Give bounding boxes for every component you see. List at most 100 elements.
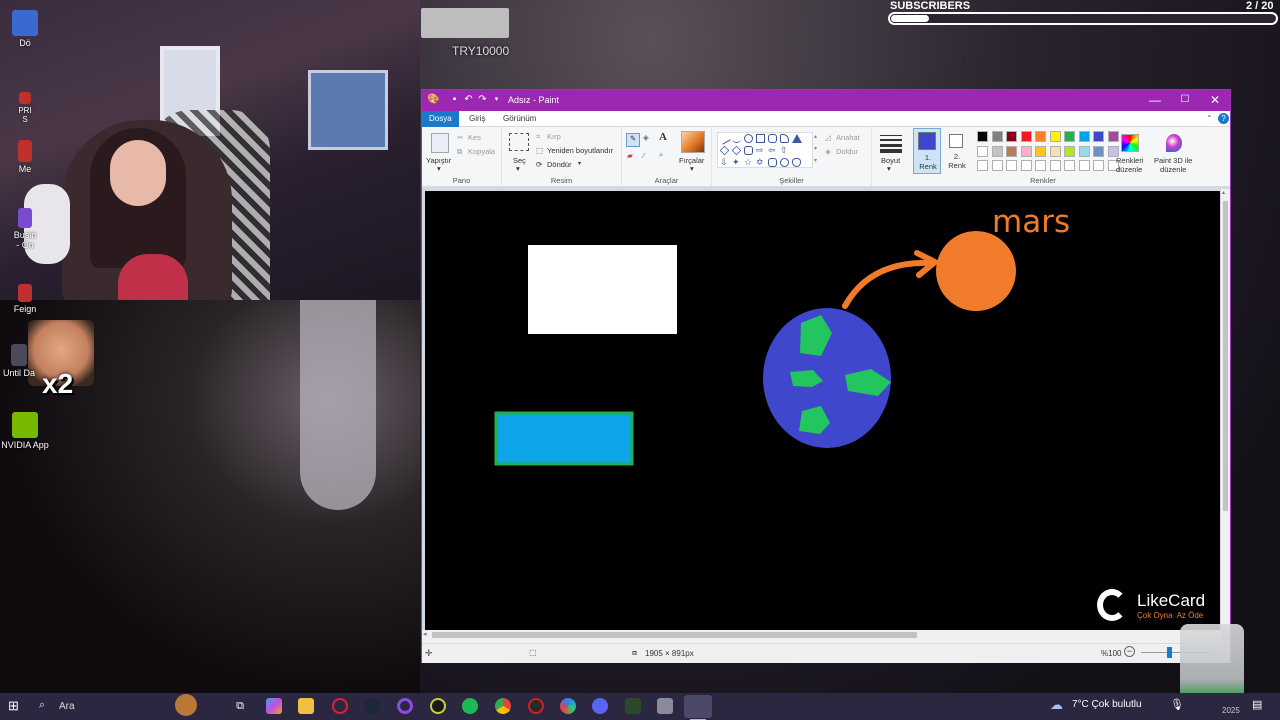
gallery-scroll-down-icon[interactable]: ▾ — [814, 145, 817, 152]
palette-swatch[interactable] — [1078, 131, 1090, 142]
save-icon[interactable]: ▪ — [449, 94, 460, 105]
custom-color-slot[interactable] — [1006, 160, 1017, 171]
minecraft-icon[interactable] — [625, 698, 641, 714]
palette-swatch[interactable] — [1035, 131, 1046, 142]
select-dropdown-icon[interactable]: ▾ — [516, 164, 520, 173]
palette-swatch[interactable] — [1049, 145, 1061, 157]
app-ring-icon[interactable] — [397, 698, 413, 714]
drawing-canvas[interactable]: mars LikeCard Çok Oyna Az Öde — [425, 191, 1220, 634]
paste-dropdown-icon[interactable]: ▾ — [437, 164, 441, 173]
hexagon-shape-icon[interactable] — [744, 146, 753, 155]
scroll-left-icon[interactable]: ◂ — [423, 630, 427, 638]
desktop-icon-3[interactable]: Me — [0, 140, 50, 174]
spotify-icon[interactable] — [462, 698, 478, 714]
paint-window[interactable]: 🎨 ▪ ↶ ↷ ▾ Adsız - Paint — ☐ ✕ Dosya Giri… — [421, 89, 1231, 663]
polygon-shape-icon[interactable] — [780, 134, 789, 143]
palette-swatch[interactable] — [1093, 131, 1104, 142]
magnifier-icon[interactable]: ⌕ — [659, 150, 663, 160]
curve-shape-icon[interactable] — [732, 134, 741, 143]
help-icon[interactable]: ? — [1218, 113, 1229, 124]
color-picker-icon[interactable]: ⁄ — [643, 151, 644, 160]
horizontal-scrollbar[interactable]: ◂ — [422, 630, 1222, 640]
palette-swatch[interactable] — [1006, 145, 1017, 157]
palette-swatch[interactable] — [1078, 145, 1090, 157]
paint3d-icon[interactable] — [1166, 134, 1182, 152]
line-shape-icon[interactable] — [718, 132, 731, 145]
desktop-icon-5[interactable]: Feign — [0, 284, 50, 314]
palette-swatch[interactable] — [1049, 131, 1061, 142]
windows-start-icon[interactable]: ⊞ — [8, 698, 24, 714]
discord-icon[interactable] — [592, 698, 608, 714]
resize-button[interactable]: Yeniden boyutlandır — [547, 146, 613, 155]
app-red-ring-icon[interactable] — [528, 698, 544, 714]
palette-swatch[interactable] — [991, 131, 1003, 142]
shape-gallery[interactable]: ⇨ ⇦ ⇧ ⇩ ✦ ☆ ✡ — [717, 132, 813, 168]
rectangle-shape-icon[interactable] — [756, 134, 765, 143]
tab-dosya[interactable]: Dosya — [422, 111, 459, 127]
desktop-icon-4[interactable]: Busin - On — [0, 208, 50, 250]
desktop-icon-6[interactable]: Until Da — [0, 344, 50, 378]
palette-swatch[interactable] — [1020, 131, 1032, 142]
cut-button[interactable]: Kes — [468, 133, 481, 142]
rounded-rectangle-icon[interactable] — [768, 134, 777, 143]
palette-swatch[interactable] — [1093, 145, 1104, 157]
palette-swatch[interactable] — [1064, 131, 1075, 142]
clock-date[interactable]: 2025 — [1222, 706, 1240, 715]
custom-color-slot[interactable] — [1035, 160, 1046, 171]
palette-swatch[interactable] — [1006, 131, 1017, 142]
rotate-dropdown-icon[interactable]: ▾ — [578, 160, 581, 167]
chrome-icon[interactable] — [495, 698, 511, 714]
triangle-shape-icon[interactable] — [792, 134, 802, 143]
zoom-out-button[interactable]: − — [1124, 646, 1135, 657]
palette-swatch[interactable] — [977, 145, 988, 157]
collapse-ribbon-icon[interactable]: ⌃ — [1206, 114, 1213, 123]
custom-color-slot[interactable] — [1078, 160, 1090, 171]
vertical-scroll-thumb[interactable] — [1223, 201, 1228, 511]
pencil-icon[interactable]: ✎ — [626, 133, 640, 147]
horizontal-scroll-thumb[interactable] — [432, 632, 917, 638]
callout-oval-icon[interactable] — [780, 158, 789, 167]
task-view-icon[interactable]: ⧉ — [232, 698, 248, 714]
paint-taskbar-button[interactable] — [684, 695, 712, 718]
eraser-icon[interactable]: ▰ — [627, 151, 633, 160]
palette-swatch[interactable] — [1020, 145, 1032, 157]
edit-colors-button[interactable]: Renkleri düzenle — [1116, 156, 1144, 174]
custom-color-slot[interactable] — [977, 160, 988, 171]
gallery-expand-icon[interactable]: ▾ — [814, 157, 817, 164]
down-arrow-shape-icon[interactable]: ⇩ — [720, 158, 729, 167]
palette-swatch[interactable] — [1107, 145, 1119, 157]
oval-shape-icon[interactable] — [744, 134, 753, 143]
palette-swatch[interactable] — [977, 131, 988, 142]
undo-icon[interactable]: ↶ — [463, 94, 474, 105]
rotate-button[interactable]: Döndür — [547, 160, 572, 169]
brushes-dropdown-icon[interactable]: ▾ — [690, 164, 694, 173]
callout-rect-icon[interactable] — [768, 158, 777, 167]
color1-button[interactable]: 1. Renk — [913, 128, 941, 174]
notification-icon[interactable]: ▤ — [1252, 698, 1262, 711]
scroll-up-icon[interactable]: ▴ — [1222, 189, 1225, 196]
desktop-icon-2[interactable]: PRI S — [0, 92, 50, 124]
paste-icon[interactable] — [431, 133, 449, 153]
palette-swatch[interactable] — [1035, 145, 1046, 157]
select-icon[interactable] — [509, 133, 529, 151]
callout-cloud-icon[interactable] — [792, 158, 801, 167]
up-arrow-shape-icon[interactable]: ⇧ — [780, 146, 789, 155]
redo-icon[interactable]: ↷ — [477, 94, 488, 105]
desktop-icon-1[interactable]: Dö — [0, 10, 50, 48]
palette-swatch[interactable] — [1064, 145, 1075, 157]
palette-swatch[interactable] — [991, 145, 1003, 157]
right-arrow-shape-icon[interactable]: ⇨ — [756, 146, 765, 155]
title-bar[interactable]: 🎨 ▪ ↶ ↷ ▾ Adsız - Paint — ☐ ✕ — [422, 90, 1230, 111]
desktop-icon-7[interactable]: NVIDIA App — [0, 412, 50, 450]
color2-button[interactable]: 2. Renk — [943, 128, 971, 174]
taskbar-search[interactable]: ⌕ Ara — [35, 694, 197, 717]
close-button[interactable]: ✕ — [1200, 90, 1230, 111]
diamond-shape-icon[interactable] — [719, 145, 730, 156]
four-point-star-icon[interactable]: ✦ — [732, 158, 741, 167]
app-multicolor-icon[interactable] — [560, 698, 576, 714]
paint3d-button[interactable]: Paint 3D ile düzenle — [1154, 156, 1192, 174]
app-window-icon[interactable] — [657, 698, 673, 714]
left-arrow-shape-icon[interactable]: ⇦ — [768, 146, 777, 155]
custom-color-slot[interactable] — [991, 160, 1003, 171]
tab-gorunum[interactable]: Görünüm — [496, 111, 543, 127]
